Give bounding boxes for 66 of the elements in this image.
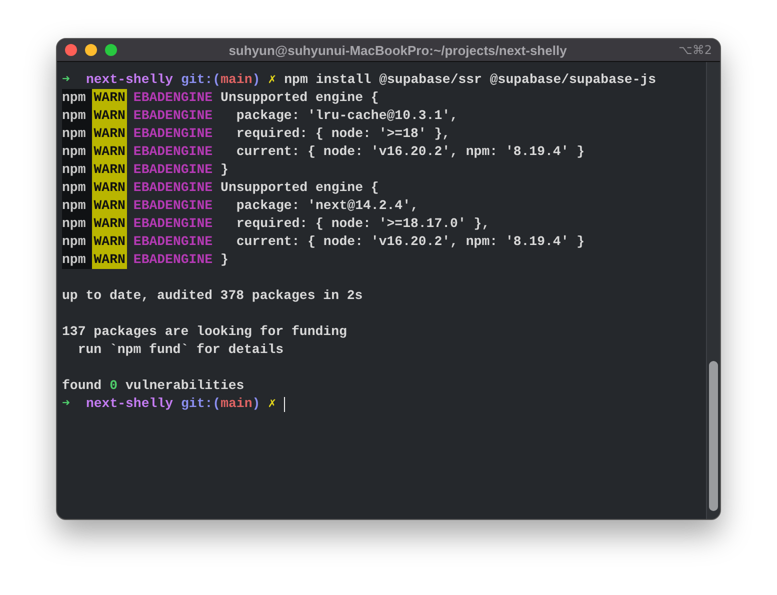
npm-label: npm — [62, 89, 92, 107]
output-text: run `npm fund` for details — [76, 341, 284, 359]
warn-label: WARN — [92, 125, 128, 143]
warning-message: current: { node: 'v16.20.2', npm: '8.19.4' } — [235, 143, 585, 161]
output-text: vulnerabilities — [126, 377, 244, 395]
warning-message: } — [220, 161, 228, 179]
error-code: EBADENGINE — [133, 125, 213, 143]
warning-message: Unsupported engine { — [220, 89, 379, 107]
prompt-arrow: ➜ — [62, 71, 70, 89]
error-code: EBADENGINE — [133, 143, 213, 161]
git-label: git:( — [181, 395, 221, 413]
npm-label: npm — [62, 161, 92, 179]
directory-name: next-shelly — [86, 395, 174, 413]
vulnerability-count: 0 — [110, 377, 118, 395]
git-label: ) — [252, 395, 260, 413]
warning-message: current: { node: 'v16.20.2', npm: '8.19.4' } — [235, 233, 585, 251]
shortcut-label: ⌥⌘2 — [678, 43, 712, 57]
npm-label: npm — [62, 233, 92, 251]
npm-label: npm — [62, 179, 92, 197]
warn-label: WARN — [92, 215, 128, 233]
warn-label: WARN — [92, 233, 128, 251]
error-code: EBADENGINE — [133, 251, 213, 269]
error-code: EBADENGINE — [133, 89, 213, 107]
warning-message: required: { node: '>=18.17.0' }, — [235, 215, 490, 233]
dirty-mark: ✗ — [268, 71, 276, 89]
command-text: npm install @supabase/ssr @supabase/supabase-js — [284, 71, 656, 89]
warn-label: WARN — [92, 143, 128, 161]
close-button[interactable] — [65, 44, 77, 56]
dirty-mark: ✗ — [268, 395, 276, 413]
npm-label: npm — [62, 143, 92, 161]
zoom-button[interactable] — [105, 44, 117, 56]
branch-name: main — [220, 395, 252, 413]
prompt-arrow: ➜ — [62, 395, 70, 413]
output-text: found — [62, 377, 102, 395]
error-code: EBADENGINE — [133, 197, 213, 215]
npm-label: npm — [62, 197, 92, 215]
warn-label: WARN — [92, 179, 128, 197]
error-code: EBADENGINE — [133, 107, 213, 125]
branch-name: main — [220, 71, 252, 89]
error-code: EBADENGINE — [133, 161, 213, 179]
error-code: EBADENGINE — [133, 233, 213, 251]
warning-message: package: 'lru-cache@10.3.1', — [235, 107, 458, 125]
warn-label: WARN — [92, 197, 128, 215]
git-label: ) — [252, 71, 260, 89]
window-title: suhyun@suhyunui-MacBookPro:~/projects/next-shelly — [228, 42, 568, 58]
scrollbar[interactable] — [706, 62, 720, 519]
npm-label: npm — [62, 215, 92, 233]
warn-label: WARN — [92, 107, 128, 125]
npm-label: npm — [62, 125, 92, 143]
warning-message: required: { node: '>=18' }, — [235, 125, 450, 143]
output-text: up to date, audited 378 packages in 2s — [62, 287, 363, 305]
warn-label: WARN — [92, 161, 128, 179]
warning-message: package: 'next@14.2.4', — [235, 197, 418, 215]
warning-message: Unsupported engine { — [220, 179, 379, 197]
npm-label: npm — [62, 251, 92, 269]
warn-label: WARN — [92, 251, 128, 269]
directory-name: next-shelly — [86, 71, 174, 89]
output-text: 137 packages are looking for funding — [62, 323, 347, 341]
warn-label: WARN — [92, 89, 128, 107]
warning-message: } — [220, 251, 228, 269]
git-label: git:( — [181, 71, 221, 89]
minimize-button[interactable] — [85, 44, 97, 56]
error-code: EBADENGINE — [133, 215, 213, 233]
scroll-thumb[interactable] — [709, 361, 718, 511]
npm-label: npm — [62, 107, 92, 125]
error-code: EBADENGINE — [133, 179, 213, 197]
